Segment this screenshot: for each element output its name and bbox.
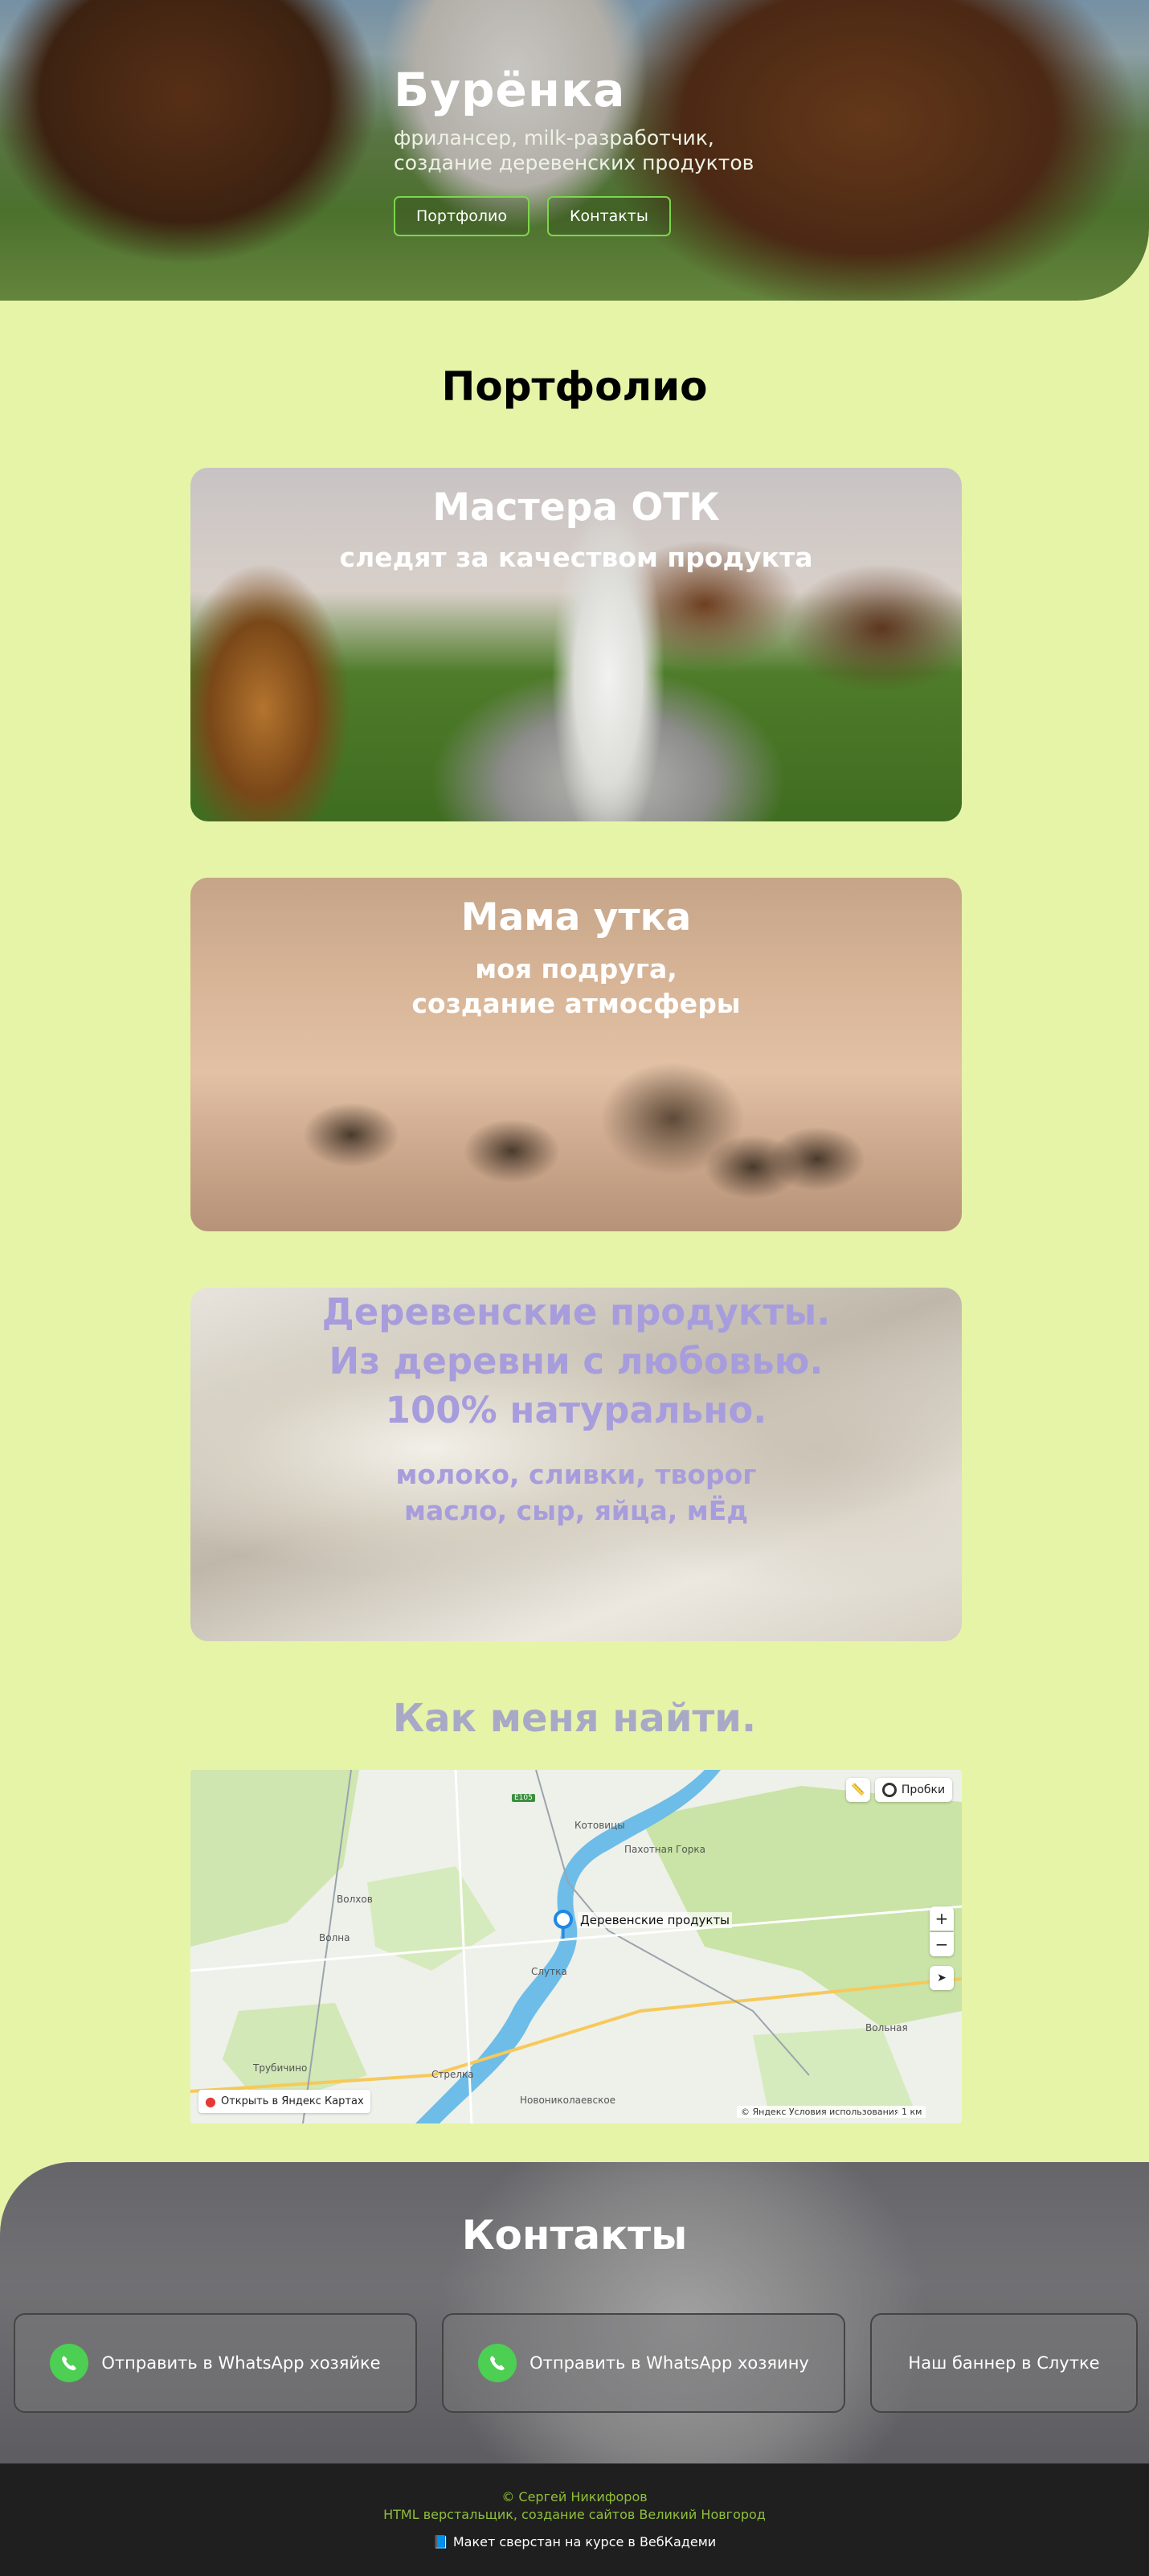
card-subtitle: моя подруга, создание атмосферы bbox=[411, 953, 741, 1019]
portfolio-button[interactable]: Портфолио bbox=[394, 196, 530, 236]
zoom-out-button[interactable]: − bbox=[930, 1932, 954, 1956]
map-place-label: Трубичино bbox=[253, 2062, 308, 2074]
contacts-section: Контакты Отправить в WhatsApp хозяйке От… bbox=[0, 2162, 1149, 2463]
banner-label: Наш баннер в Слутке bbox=[908, 2353, 1100, 2373]
map-copyright[interactable]: © Яндекс Условия использования bbox=[737, 2106, 904, 2118]
footer-course-link[interactable]: 📘 Макет сверстан на курсе в ВебКадеми bbox=[0, 2534, 1149, 2549]
card-title: Мастера ОТК bbox=[432, 485, 720, 530]
map-place-label: Новониколаевское bbox=[520, 2095, 616, 2106]
map-place-label: Волхов bbox=[337, 1894, 373, 1905]
map-place-label: Котовицы bbox=[574, 1820, 625, 1831]
whatsapp-icon bbox=[478, 2344, 517, 2382]
open-link-label: Открыть в Яндекс Картах bbox=[220, 2095, 364, 2107]
banner-button[interactable]: Наш баннер в Слутке bbox=[870, 2313, 1138, 2413]
map-place-label: Волна bbox=[319, 1932, 350, 1943]
location-arrow-icon: ➤ bbox=[937, 1972, 947, 1984]
card-title: Деревенские продукты. Из деревни с любов… bbox=[321, 1291, 831, 1431]
hero-content: Бурёнка фрилансер, milk-разработчик, соз… bbox=[394, 63, 812, 236]
footer-tagline: HTML верстальщик, создание сайтов Велики… bbox=[383, 2507, 766, 2522]
map-place-label: Слутка bbox=[531, 1966, 567, 1977]
map-road-label: E105 bbox=[512, 1794, 535, 1802]
zoom-in-button[interactable]: + bbox=[930, 1906, 954, 1931]
card-subtitle: следят за качеством продукта bbox=[339, 542, 813, 573]
hero-buttons: Портфолио Контакты bbox=[394, 196, 812, 236]
map-place-label: Вольная bbox=[865, 2022, 908, 2033]
portfolio-title: Портфолио bbox=[441, 363, 708, 410]
traffic-icon bbox=[881, 1783, 897, 1797]
map-pin-label[interactable]: Деревенские продукты bbox=[578, 1912, 733, 1928]
map-place-label: Стрелка bbox=[431, 2069, 474, 2080]
yandex-map[interactable]: Котовицы Пахотная Горка Волна Слутка Тру… bbox=[190, 1770, 962, 2123]
card-title: Мама утка bbox=[460, 895, 692, 940]
traffic-label: Пробки bbox=[901, 1784, 946, 1796]
open-in-yandex-maps-link[interactable]: ● Открыть в Яндекс Картах bbox=[198, 2090, 370, 2113]
whatsapp-host-label: Отправить в WhatsApp хозяину bbox=[530, 2353, 809, 2373]
whatsapp-icon bbox=[50, 2344, 89, 2382]
hero-title: Бурёнка bbox=[394, 63, 626, 117]
find-title: Как меня найти. bbox=[392, 1696, 757, 1741]
hero-subtitle: фрилансер, milk-разработчик, создание де… bbox=[394, 126, 754, 174]
contacts-button[interactable]: Контакты bbox=[547, 196, 671, 236]
portfolio-card-products[interactable]: Деревенские продукты. Из деревни с любов… bbox=[190, 1288, 962, 1641]
map-scale: 1 км bbox=[898, 2106, 926, 2118]
ruler-button[interactable]: 📏 bbox=[846, 1778, 870, 1802]
portfolio-card-otk[interactable]: Мастера ОТК следят за качеством продукта bbox=[190, 468, 962, 821]
map-pin-icon: ● bbox=[205, 2094, 216, 2109]
footer-copyright: © Сергей Никифоров bbox=[501, 2489, 648, 2504]
hero-banner: Бурёнка фрилансер, milk-разработчик, соз… bbox=[0, 0, 1149, 301]
geolocation-button[interactable]: ➤ bbox=[930, 1966, 954, 1990]
portfolio-card-duck[interactable]: Мама утка моя подруга, создание атмосфер… bbox=[190, 878, 962, 1231]
map-place-label: Пахотная Горка bbox=[624, 1844, 705, 1855]
whatsapp-hostess-label: Отправить в WhatsApp хозяйке bbox=[101, 2353, 381, 2373]
whatsapp-hostess-button[interactable]: Отправить в WhatsApp хозяйке bbox=[14, 2313, 417, 2413]
traffic-button[interactable]: Пробки bbox=[875, 1778, 952, 1802]
card-subtitle: молоко, сливки, творог масло, сыр, яйца,… bbox=[395, 1459, 757, 1526]
footer: © Сергей Никифоров HTML верстальщик, соз… bbox=[0, 2463, 1149, 2576]
contacts-title: Контакты bbox=[461, 2212, 688, 2259]
whatsapp-host-button[interactable]: Отправить в WhatsApp хозяину bbox=[442, 2313, 845, 2413]
